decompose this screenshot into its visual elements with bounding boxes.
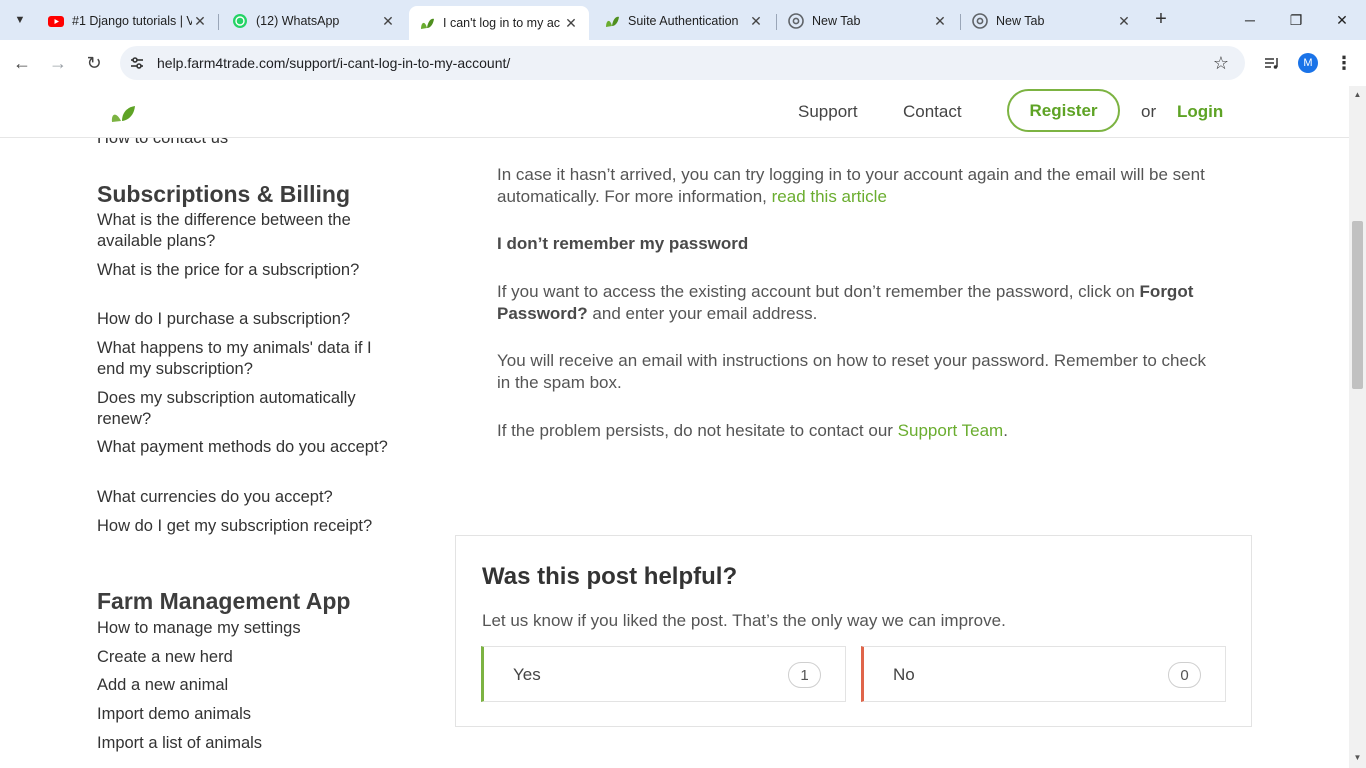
support-team-link[interactable]: Support Team bbox=[898, 421, 1004, 440]
tab-search-menu-icon[interactable]: ▼ bbox=[8, 8, 32, 32]
scroll-down-arrow-icon[interactable]: ▼ bbox=[1353, 753, 1362, 762]
vote-no-button[interactable]: No 0 bbox=[861, 646, 1226, 702]
login-link[interactable]: Login bbox=[1177, 102, 1223, 122]
tab-title: New Tab bbox=[812, 14, 861, 28]
new-tab-plus-icon[interactable]: + bbox=[1150, 9, 1172, 31]
site-header: Support Contact Register or Login bbox=[0, 86, 1349, 138]
tab-divider bbox=[776, 14, 777, 30]
article-paragraph: If you want to access the existing accou… bbox=[497, 281, 1207, 325]
vote-no-count: 0 bbox=[1168, 662, 1201, 688]
paragraph-text: . bbox=[1003, 421, 1008, 440]
profile-avatar[interactable]: M bbox=[1296, 51, 1320, 75]
forward-arrow-icon[interactable]: → bbox=[46, 51, 70, 75]
leaf-icon bbox=[606, 16, 619, 27]
back-arrow-icon[interactable]: ← bbox=[10, 51, 34, 75]
restore-icon[interactable]: ❐ bbox=[1284, 8, 1308, 32]
feedback-subtitle: Let us know if you liked the post. That’… bbox=[482, 611, 1006, 630]
scroll-up-arrow-icon[interactable]: ▲ bbox=[1353, 90, 1362, 99]
paragraph-text: If the problem persists, do not hesitate… bbox=[497, 421, 898, 440]
tab-title: New Tab bbox=[996, 14, 1045, 28]
feedback-title: Was this post helpful? bbox=[482, 563, 738, 590]
leaf-icon bbox=[421, 18, 434, 29]
tab-new-tab-2[interactable]: New Tab ✕ bbox=[962, 6, 1142, 36]
or-text: or bbox=[1141, 102, 1157, 121]
sidebar-link[interactable]: Add a new animal bbox=[97, 675, 397, 696]
vote-no-label: No bbox=[893, 665, 915, 684]
tab-cant-log-in[interactable]: I can't log in to my ac ✕ bbox=[409, 6, 589, 40]
sidebar-link[interactable]: Does my subscription automatically renew… bbox=[97, 388, 397, 430]
sidebar-link[interactable]: What payment methods do you accept? bbox=[97, 437, 397, 458]
feedback-box: Was this post helpful? Let us know if yo… bbox=[455, 535, 1252, 727]
sidebar-link[interactable]: Import a list of animals bbox=[97, 733, 397, 754]
sidebar-link[interactable]: How do I get my subscription receipt? bbox=[97, 516, 397, 537]
sidebar-heading-subscriptions: Subscriptions & Billing bbox=[97, 181, 351, 207]
close-icon[interactable]: ✕ bbox=[932, 13, 948, 29]
chrome-icon bbox=[972, 13, 988, 29]
article-subheading: I don’t remember my password bbox=[497, 234, 749, 253]
vote-yes-button[interactable]: Yes 1 bbox=[481, 646, 846, 702]
sidebar-link[interactable]: What happens to my animals' data if I en… bbox=[97, 338, 397, 380]
reload-icon[interactable]: ↻ bbox=[82, 51, 106, 75]
tab-title: Suite Authentication bbox=[628, 14, 739, 28]
page-scrollbar[interactable]: ▲ ▼ bbox=[1349, 86, 1366, 768]
sidebar-link[interactable]: How to manage my settings bbox=[97, 618, 397, 639]
sidebar-link[interactable]: Create a new herd bbox=[97, 647, 397, 668]
tab-suite-authentication[interactable]: Suite Authentication ✕ bbox=[594, 6, 774, 36]
browser-menu-icon[interactable]: ⋮ bbox=[1332, 51, 1356, 75]
address-bar[interactable]: help.farm4trade.com/support/i-cant-log-i… bbox=[120, 46, 1245, 80]
minimize-icon[interactable]: ─ bbox=[1238, 8, 1262, 32]
page-viewport: How to contact us Subscriptions & Billin… bbox=[0, 86, 1366, 768]
tab-strip: ▼ #1 Django tutorials | V ✕ (12) WhatsAp… bbox=[0, 0, 1366, 40]
read-article-link[interactable]: read this article bbox=[772, 187, 887, 206]
site-info-tune-icon[interactable] bbox=[128, 54, 146, 72]
nav-support-link[interactable]: Support bbox=[798, 102, 858, 122]
scrollbar-thumb[interactable] bbox=[1352, 221, 1363, 389]
article-paragraph: You will receive an email with instructi… bbox=[497, 351, 1206, 392]
whatsapp-icon bbox=[233, 14, 247, 28]
paragraph-text: If you want to access the existing accou… bbox=[497, 282, 1140, 301]
register-button[interactable]: Register bbox=[1007, 89, 1120, 132]
window-close-icon[interactable]: ✕ bbox=[1330, 8, 1354, 32]
tab-divider bbox=[218, 14, 219, 30]
tab-django-tutorials[interactable]: #1 Django tutorials | V ✕ bbox=[38, 6, 218, 36]
sidebar-link[interactable]: What currencies do you accept? bbox=[97, 487, 397, 508]
sidebar-link[interactable]: What is the difference between the avail… bbox=[97, 210, 397, 252]
tab-title: (12) WhatsApp bbox=[256, 14, 340, 28]
avatar: M bbox=[1298, 53, 1318, 73]
tab-title: I can't log in to my ac bbox=[443, 16, 561, 30]
article-paragraph: In case it hasn’t arrived, you can try l… bbox=[497, 164, 1207, 208]
vote-yes-label: Yes bbox=[513, 665, 541, 684]
browser-toolbar: ← → ↻ help.farm4trade.com/support/i-cant… bbox=[0, 40, 1366, 86]
tab-whatsapp[interactable]: (12) WhatsApp ✕ bbox=[222, 6, 406, 36]
chrome-icon bbox=[788, 13, 804, 29]
close-icon[interactable]: ✕ bbox=[380, 13, 396, 29]
media-control-icon[interactable] bbox=[1260, 51, 1284, 75]
sidebar-link[interactable]: Import demo animals bbox=[97, 704, 397, 725]
tab-title: #1 Django tutorials | V bbox=[72, 14, 192, 28]
bookmark-star-icon[interactable]: ☆ bbox=[1211, 53, 1231, 73]
close-icon[interactable]: ✕ bbox=[748, 13, 764, 29]
sidebar-heading-farm-app: Farm Management App bbox=[97, 588, 351, 614]
farm4trade-logo-icon[interactable] bbox=[110, 104, 136, 124]
youtube-icon bbox=[48, 16, 64, 27]
close-icon[interactable]: ✕ bbox=[563, 15, 579, 31]
tab-divider bbox=[960, 14, 961, 30]
paragraph-text: and enter your email address. bbox=[587, 304, 818, 323]
vote-yes-count: 1 bbox=[788, 662, 821, 688]
article-paragraph: If the problem persists, do not hesitate… bbox=[497, 420, 1207, 442]
sidebar-link[interactable]: How do I purchase a subscription? bbox=[97, 309, 397, 330]
close-icon[interactable]: ✕ bbox=[1116, 13, 1132, 29]
tab-new-tab-1[interactable]: New Tab ✕ bbox=[778, 6, 958, 36]
nav-contact-link[interactable]: Contact bbox=[903, 102, 962, 122]
close-icon[interactable]: ✕ bbox=[192, 13, 208, 29]
url-text[interactable]: help.farm4trade.com/support/i-cant-log-i… bbox=[157, 55, 510, 71]
sidebar-link[interactable]: What is the price for a subscription? bbox=[97, 260, 397, 281]
